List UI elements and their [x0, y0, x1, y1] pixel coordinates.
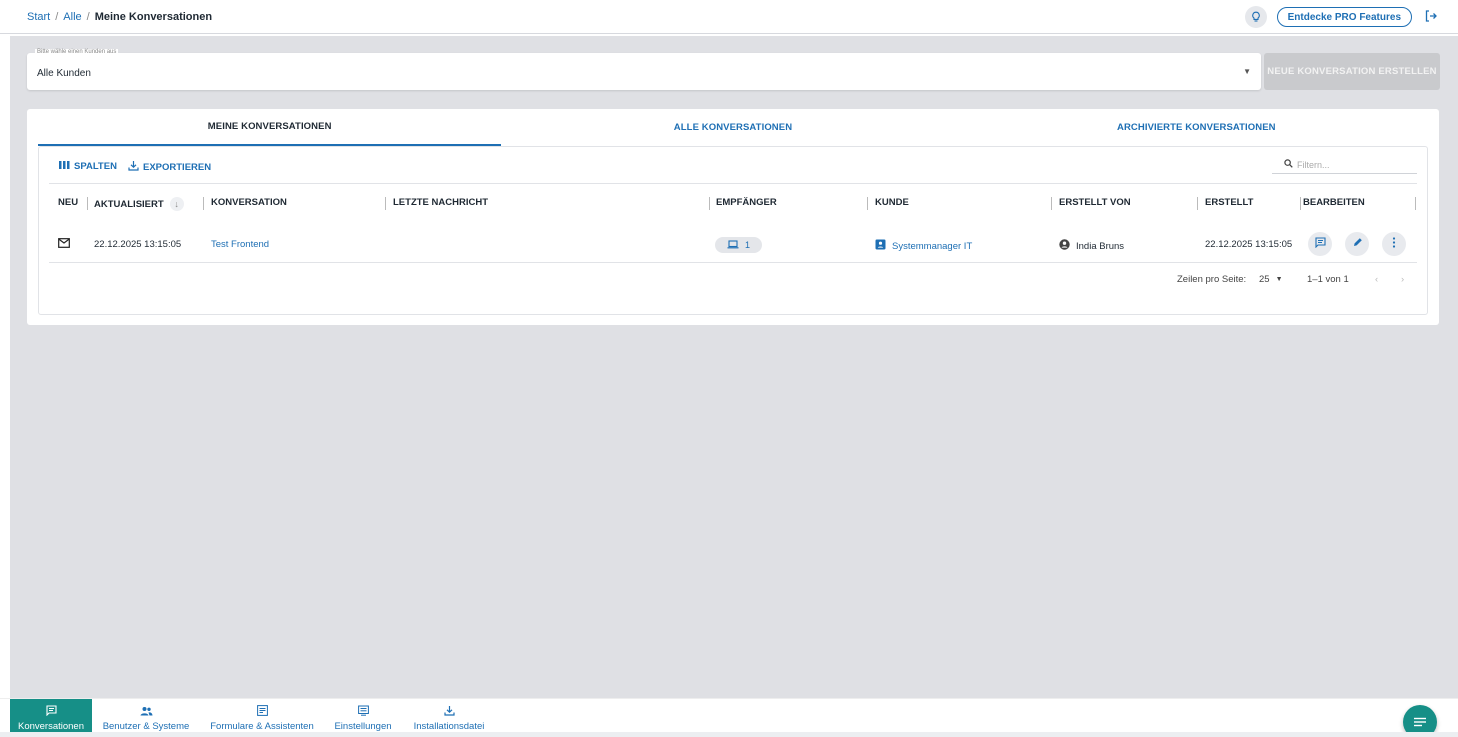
column-header-recipients[interactable]: EMPFÄNGER [716, 197, 777, 208]
menu-icon [1414, 714, 1426, 730]
tab-archived-conversations[interactable]: ARCHIVIERTE KONVERSATIONEN [965, 109, 1428, 146]
customer-select-label: Bitte wähle einen Kunden aus [35, 49, 119, 55]
column-header-updated[interactable]: AKTUALISIERT ↓ [94, 197, 184, 211]
customer-link[interactable]: Systemmanager IT [875, 239, 972, 253]
tab-my-conversations[interactable]: MEINE KONVERSATIONEN [38, 109, 502, 146]
tab-all-conversations[interactable]: ALLE KONVERSATIONEN [501, 109, 964, 146]
table-header: NEU AKTUALISIERT ↓ KONVERSATION LETZTE N… [49, 193, 1417, 215]
account-circle-icon [1059, 239, 1070, 253]
nav-label: Installationsdatei [413, 721, 485, 732]
sort-arrow-icon[interactable]: ↓ [169, 197, 184, 211]
form-icon [256, 705, 268, 719]
conversations-card: MEINE KONVERSATIONEN ALLE KONVERSATIONEN… [27, 109, 1439, 325]
nav-label: Einstellungen [334, 721, 392, 732]
column-header-created[interactable]: ERSTELLT [1205, 197, 1253, 208]
edit-button[interactable] [1345, 232, 1369, 256]
nav-label: Benutzer & Systeme [102, 720, 190, 732]
grid-toolbar: SPALTEN EXPORTIEREN Filtern... [49, 147, 1417, 184]
dropdown-arrow-icon: ▼ [1275, 276, 1283, 283]
updated-cell: 22.12.2025 13:15:05 [94, 239, 182, 250]
dropdown-arrow-icon: ▼ [1243, 67, 1251, 76]
column-header-last-message[interactable]: LETZTE NACHRICHT [393, 197, 488, 208]
chat-icon [45, 705, 57, 719]
column-header-new[interactable]: NEU [58, 197, 78, 208]
bottom-strip [0, 732, 1458, 737]
export-label: EXPORTIEREN [143, 161, 212, 173]
column-separator[interactable] [1197, 197, 1198, 210]
customer-name: Systemmanager IT [892, 240, 973, 252]
pro-features-button[interactable]: Entdecke PRO Features [1276, 7, 1412, 27]
mail-icon [58, 238, 70, 248]
chat-icon [1314, 237, 1326, 251]
chevron-left-icon[interactable]: ‹ [1375, 274, 1378, 285]
breadcrumb-current: Meine Konversationen [94, 11, 213, 23]
column-header-conversation[interactable]: KONVERSATION [211, 197, 287, 208]
nav-label: Konversationen [17, 721, 85, 732]
page-range: 1–1 von 1 [1307, 274, 1349, 285]
users-icon [140, 706, 153, 719]
rows-per-page-label: Zeilen pro Seite: [1177, 274, 1247, 285]
chevron-right-icon[interactable]: › [1401, 274, 1404, 285]
breadcrumb: Start / Alle / Meine Konversationen [27, 11, 212, 23]
customer-select[interactable]: Bitte wähle einen Kunden aus Alle Kunden… [27, 49, 1261, 90]
rows-per-page-select[interactable]: 25 ▼ [1259, 274, 1283, 285]
breadcrumb-separator: / [55, 11, 59, 23]
download-icon [443, 705, 455, 719]
filter-input[interactable]: Filtern... [1272, 156, 1417, 174]
column-header-created-by[interactable]: ERSTELLT VON [1059, 197, 1131, 208]
contact-card-icon [875, 239, 886, 253]
created-cell: 22.12.2025 13:15:05 [1205, 239, 1293, 250]
column-separator[interactable] [385, 197, 386, 210]
search-icon [1284, 159, 1293, 170]
breadcrumb-separator: / [86, 11, 90, 23]
created-by-name: India Bruns [1076, 240, 1125, 252]
columns-button[interactable]: SPALTEN [59, 160, 117, 173]
table-row[interactable]: 22.12.2025 13:15:05 Test Frontend 1 Syst… [49, 227, 1417, 263]
column-header-edit[interactable]: BEARBEITEN [1303, 197, 1365, 208]
rows-per-page-value: 25 [1259, 274, 1270, 285]
created-by-cell: India Bruns [1059, 239, 1124, 253]
pencil-icon [1352, 237, 1363, 251]
column-separator[interactable] [1415, 197, 1416, 210]
export-button[interactable]: EXPORTIEREN [128, 160, 211, 174]
lightbulb-icon[interactable] [1244, 6, 1267, 28]
conversation-link[interactable]: Test Frontend [211, 239, 269, 250]
breadcrumb-start[interactable]: Start [27, 11, 50, 23]
data-grid: SPALTEN EXPORTIEREN Filtern... NEU AKTUA… [38, 146, 1428, 315]
column-separator[interactable] [203, 197, 204, 210]
filter-placeholder: Filtern... [1297, 159, 1330, 170]
main-content: Bitte wähle einen Kunden aus Alle Kunden… [10, 36, 1458, 698]
more-options-button[interactable] [1382, 232, 1406, 256]
columns-label: SPALTEN [74, 161, 117, 172]
column-separator[interactable] [1051, 197, 1052, 210]
settings-icon [357, 705, 369, 719]
columns-icon [59, 160, 70, 173]
column-header-customer[interactable]: KUNDE [875, 197, 909, 208]
column-separator[interactable] [867, 197, 868, 210]
recipients-chip[interactable]: 1 [715, 237, 763, 253]
download-icon [128, 160, 139, 174]
nav-label: Formulare & Assistenten [210, 721, 314, 732]
column-separator[interactable] [709, 197, 710, 210]
customer-select-value: Alle Kunden [37, 68, 91, 79]
column-separator[interactable] [87, 197, 88, 210]
logout-icon[interactable] [1422, 9, 1440, 26]
column-separator[interactable] [1300, 197, 1301, 210]
pagination: Zeilen pro Seite: 25 ▼ 1–1 von 1 ‹ › [49, 269, 1417, 293]
breadcrumb-all[interactable]: Alle [63, 11, 81, 23]
recipients-count: 1 [745, 240, 751, 250]
new-conversation-button[interactable]: NEUE KONVERSATION ERSTELLEN [1264, 53, 1440, 90]
laptop-icon [727, 239, 739, 251]
column-header-updated-label: AKTUALISIERT [94, 198, 164, 210]
tab-bar: MEINE KONVERSATIONEN ALLE KONVERSATIONEN… [38, 109, 1428, 146]
more-vert-icon [1392, 237, 1396, 251]
top-bar: Start / Alle / Meine Konversationen Entd… [0, 0, 1458, 34]
open-chat-button[interactable] [1308, 232, 1332, 256]
